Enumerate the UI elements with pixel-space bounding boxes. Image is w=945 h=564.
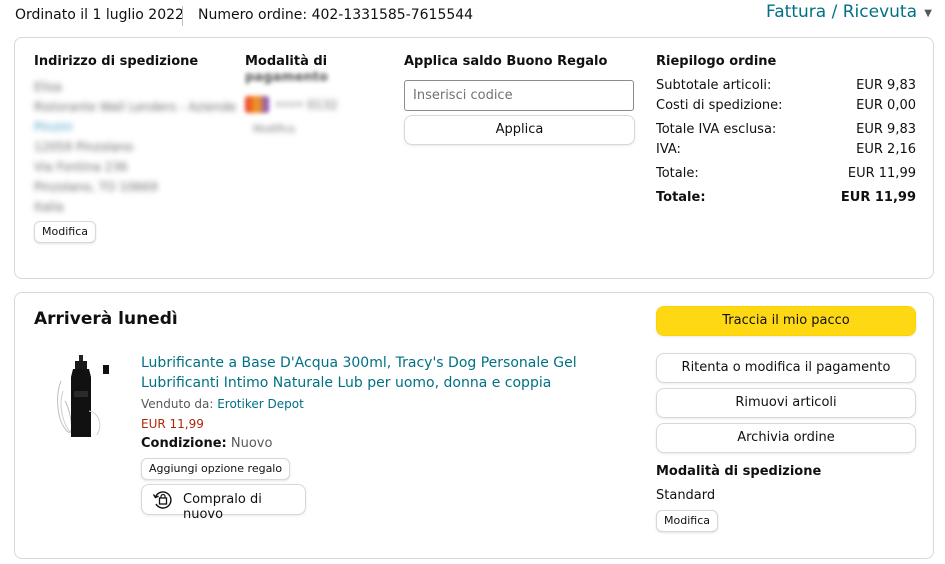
summary-value: EUR 9,83 <box>856 122 916 137</box>
shipping-method-value: Standard <box>656 488 716 503</box>
order-details-panel: Indirizzo di spedizione Elisa Ristorante… <box>14 37 934 279</box>
track-package-button[interactable]: Traccia il mio pacco <box>656 306 916 336</box>
seller-link[interactable]: Erotiker Depot <box>217 397 304 411</box>
invoice-link[interactable]: Fattura / Ricevuta <box>766 2 917 22</box>
summary-label: Costi di spedizione: <box>656 98 783 113</box>
header-divider <box>182 6 183 26</box>
summary-row-vat: IVA: EUR 2,16 <box>656 142 916 160</box>
address-line: Pinzolano, TO 10669 <box>34 180 158 194</box>
summary-label: Subtotale articoli: <box>656 78 772 93</box>
card-logo-icon <box>245 96 269 113</box>
gift-card-heading: Applica saldo Buono Regalo <box>404 54 608 69</box>
order-date: Ordinato il 1 luglio 2022 <box>15 7 184 23</box>
retry-payment-button[interactable]: Ritenta o modifica il pagamento <box>656 353 916 383</box>
apply-gift-button[interactable]: Applica <box>404 115 635 145</box>
order-number: Numero ordine: 402-1331585-7615544 <box>198 7 474 23</box>
summary-row-subtotal: Subtotale articoli: EUR 9,83 <box>656 78 916 96</box>
buy-again-icon <box>152 491 172 509</box>
buy-again-label: Compralo di nuovo <box>183 492 262 522</box>
summary-label: Totale: <box>656 166 699 181</box>
summary-label: IVA: <box>656 142 681 157</box>
order-header: Ordinato il 1 luglio 2022 Numero ordine:… <box>0 0 945 34</box>
seller-label: Venduto da: <box>141 397 214 411</box>
payment-heading-line1: Modalità di <box>245 54 328 69</box>
product-title-link[interactable]: Lubrificante a Base D'Acqua 300ml, Tracy… <box>141 353 631 393</box>
summary-value: EUR 11,99 <box>840 190 916 205</box>
delivery-heading: Arriverà lunedì <box>34 309 178 329</box>
address-line: Pinzini <box>34 120 73 134</box>
summary-label: Totale IVA esclusa: <box>656 122 777 137</box>
buy-again-button[interactable]: Compralo di nuovo <box>141 484 306 522</box>
condition-value: Nuovo <box>230 436 273 451</box>
summary-heading: Riepilogo ordine <box>656 54 777 69</box>
summary-row-grand-total: Totale: EUR 11,99 <box>656 190 916 208</box>
summary-row-total: Totale: EUR 11,99 <box>656 166 916 184</box>
summary-value: EUR 2,16 <box>856 142 916 157</box>
summary-row-shipping: Costi di spedizione: EUR 0,00 <box>656 98 916 116</box>
add-gift-option-button[interactable]: Aggiungi opzione regalo <box>141 458 291 480</box>
archive-order-button[interactable]: Archivia ordine <box>656 423 916 453</box>
product-image[interactable] <box>53 351 129 443</box>
payment-extra: Modifica <box>253 124 295 135</box>
chevron-down-icon[interactable]: ▼ <box>924 8 932 19</box>
card-number: •••• 0132 <box>275 98 338 112</box>
remove-items-button[interactable]: Rimuovi articoli <box>656 388 916 418</box>
edit-address-button[interactable]: Modifica <box>34 221 96 243</box>
payment-heading: Modalità di pagamento <box>245 54 328 86</box>
shipment-panel: Arriverà lunedì Lubrificante a Base D'Ac… <box>14 292 934 559</box>
shipping-method-heading: Modalità di spedizione <box>656 464 822 479</box>
address-line: 12059 Pinzolano <box>34 140 134 154</box>
product-price: EUR 11,99 <box>141 417 204 431</box>
payment-heading-line2: pagamento <box>245 70 328 85</box>
condition-label: Condizione: <box>141 436 227 451</box>
shipping-address-heading: Indirizzo di spedizione <box>34 54 199 69</box>
summary-value: EUR 9,83 <box>856 78 916 93</box>
address-line: Elisa <box>34 80 62 94</box>
edit-shipping-method-button[interactable]: Modifica <box>656 510 718 532</box>
summary-row-net: Totale IVA esclusa: EUR 9,83 <box>656 122 916 140</box>
seller-info: Venduto da: Erotiker Depot <box>141 397 304 411</box>
address-line: Via Fontina 236 <box>34 160 128 174</box>
product-condition: Condizione: Nuovo <box>141 436 272 451</box>
address-line: Ristorante Wall Lenders - Aziende <box>34 100 237 114</box>
summary-value: EUR 11,99 <box>847 166 916 181</box>
address-line: Italia <box>34 200 64 214</box>
summary-label: Totale: <box>656 190 706 205</box>
summary-value: EUR 0,00 <box>856 98 916 113</box>
gift-code-input[interactable]: Inserisci codice <box>404 80 634 111</box>
